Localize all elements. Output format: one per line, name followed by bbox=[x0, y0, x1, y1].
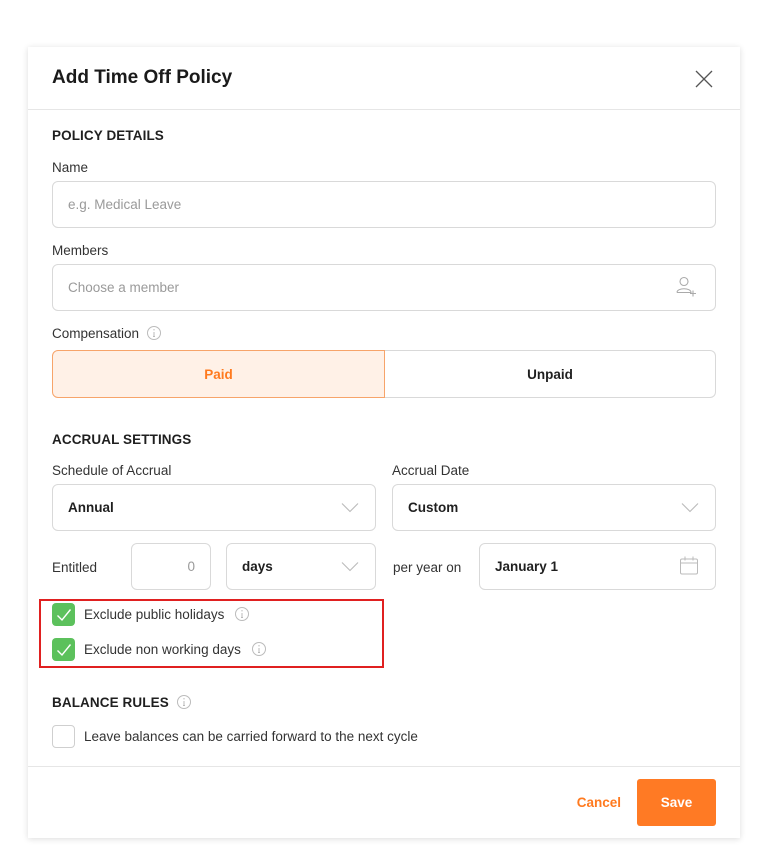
members-label: Members bbox=[52, 243, 109, 258]
entitled-amount-value: 0 bbox=[187, 559, 195, 574]
name-input[interactable]: e.g. Medical Leave bbox=[52, 181, 716, 228]
compensation-label: Compensation bbox=[52, 326, 162, 341]
compensation-label-text: Compensation bbox=[52, 326, 140, 341]
checkmark-icon bbox=[56, 608, 71, 621]
add-time-off-policy-dialog: Add Time Off Policy POLICY DETAILS Name … bbox=[28, 47, 740, 838]
chevron-down-icon bbox=[341, 500, 359, 515]
accrual-date-picker-value: January 1 bbox=[495, 559, 559, 574]
accrual-date-picker[interactable]: January 1 bbox=[479, 543, 716, 590]
close-button[interactable] bbox=[694, 69, 714, 89]
info-icon[interactable] bbox=[234, 606, 250, 622]
entitled-label: Entitled bbox=[52, 560, 98, 575]
entitled-amount-input[interactable]: 0 bbox=[131, 543, 211, 590]
exclude-public-holidays-label: Exclude public holidays bbox=[84, 607, 250, 622]
balance-rules-heading-text: BALANCE RULES bbox=[52, 695, 169, 710]
dialog-header: Add Time Off Policy bbox=[28, 47, 740, 110]
exclude-non-working-days-text: Exclude non working days bbox=[84, 642, 241, 657]
per-year-on-label: per year on bbox=[393, 560, 462, 575]
balance-rules-info-icon[interactable] bbox=[176, 694, 192, 710]
carry-forward-label: Leave balances can be carried forward to… bbox=[84, 729, 418, 744]
exclude-non-working-days-label: Exclude non working days bbox=[84, 642, 267, 657]
compensation-unpaid-option[interactable]: Unpaid bbox=[385, 350, 716, 398]
carry-forward-checkbox[interactable] bbox=[52, 725, 75, 748]
entitled-unit-value: days bbox=[242, 559, 273, 574]
balance-rules-heading: BALANCE RULES bbox=[52, 695, 192, 710]
members-select[interactable]: Choose a member bbox=[52, 264, 716, 311]
exclude-non-working-days-checkbox[interactable] bbox=[52, 638, 75, 661]
name-label: Name bbox=[52, 160, 89, 175]
schedule-of-accrual-select[interactable]: Annual bbox=[52, 484, 376, 531]
entitled-unit-select[interactable]: days bbox=[226, 543, 376, 590]
dialog-title: Add Time Off Policy bbox=[52, 67, 233, 88]
accrual-settings-heading: ACCRUAL SETTINGS bbox=[52, 432, 192, 447]
accrual-date-label: Accrual Date bbox=[392, 463, 470, 478]
schedule-of-accrual-value: Annual bbox=[68, 500, 114, 515]
accrual-date-value: Custom bbox=[408, 500, 459, 515]
close-icon bbox=[695, 70, 713, 88]
chevron-down-icon bbox=[341, 559, 359, 574]
accrual-date-select[interactable]: Custom bbox=[392, 484, 716, 531]
calendar-icon[interactable] bbox=[679, 555, 699, 578]
cancel-button[interactable]: Cancel bbox=[577, 795, 621, 810]
exclude-public-holidays-checkbox[interactable] bbox=[52, 603, 75, 626]
add-user-icon[interactable] bbox=[675, 275, 699, 300]
save-button[interactable]: Save bbox=[637, 779, 716, 826]
compensation-info-icon[interactable] bbox=[146, 325, 162, 341]
dialog-footer: Cancel Save bbox=[28, 766, 740, 838]
compensation-paid-option[interactable]: Paid bbox=[52, 350, 385, 398]
policy-details-heading: POLICY DETAILS bbox=[52, 128, 164, 143]
info-icon[interactable] bbox=[251, 641, 267, 657]
checkmark-icon bbox=[56, 643, 71, 656]
chevron-down-icon bbox=[681, 500, 699, 515]
schedule-of-accrual-label: Schedule of Accrual bbox=[52, 463, 172, 478]
name-placeholder: e.g. Medical Leave bbox=[68, 197, 182, 212]
members-placeholder: Choose a member bbox=[68, 280, 180, 295]
exclude-public-holidays-text: Exclude public holidays bbox=[84, 607, 225, 622]
